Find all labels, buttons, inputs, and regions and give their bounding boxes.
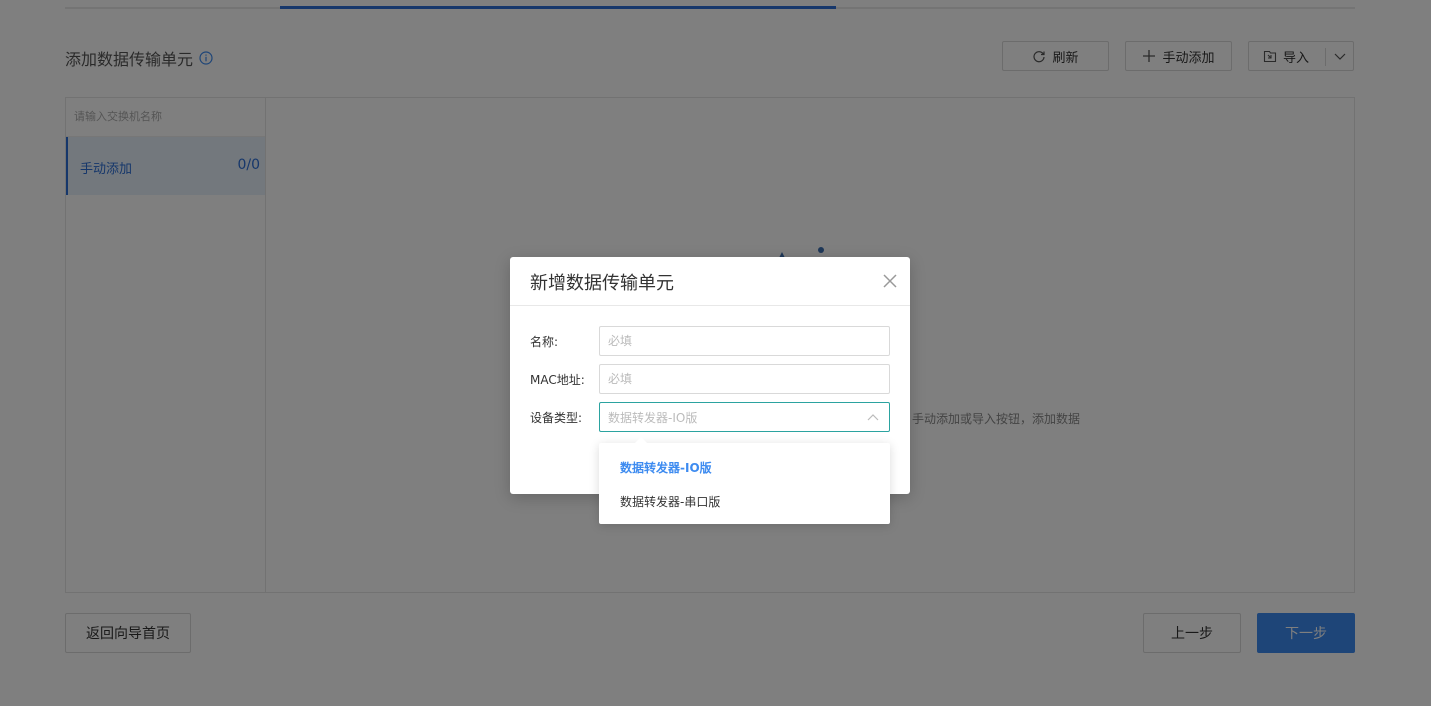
mac-row: MAC地址: (530, 364, 890, 394)
name-row: 名称: (530, 326, 890, 356)
dropdown-option-serial[interactable]: 数据转发器-串口版 (620, 493, 720, 510)
close-icon[interactable] (882, 273, 898, 289)
modal-header: 新增数据传输单元 (510, 257, 910, 306)
dropdown-pointer (635, 437, 647, 443)
dropdown-option-io[interactable]: 数据转发器-IO版 (620, 459, 712, 476)
name-field[interactable] (599, 326, 890, 356)
device-type-placeholder: 数据转发器-IO版 (608, 410, 698, 425)
name-label: 名称: (530, 335, 559, 349)
device-type-label: 设备类型: (530, 411, 583, 425)
device-type-dropdown: 数据转发器-IO版 数据转发器-串口版 (599, 437, 890, 524)
chevron-up-icon (867, 414, 879, 421)
device-type-select[interactable]: 数据转发器-IO版 (599, 402, 890, 432)
device-type-row: 设备类型: 数据转发器-IO版 (530, 402, 890, 432)
mac-label: MAC地址: (530, 373, 585, 387)
mac-address-field[interactable] (599, 364, 890, 394)
modal-title: 新增数据传输单元 (530, 273, 674, 294)
